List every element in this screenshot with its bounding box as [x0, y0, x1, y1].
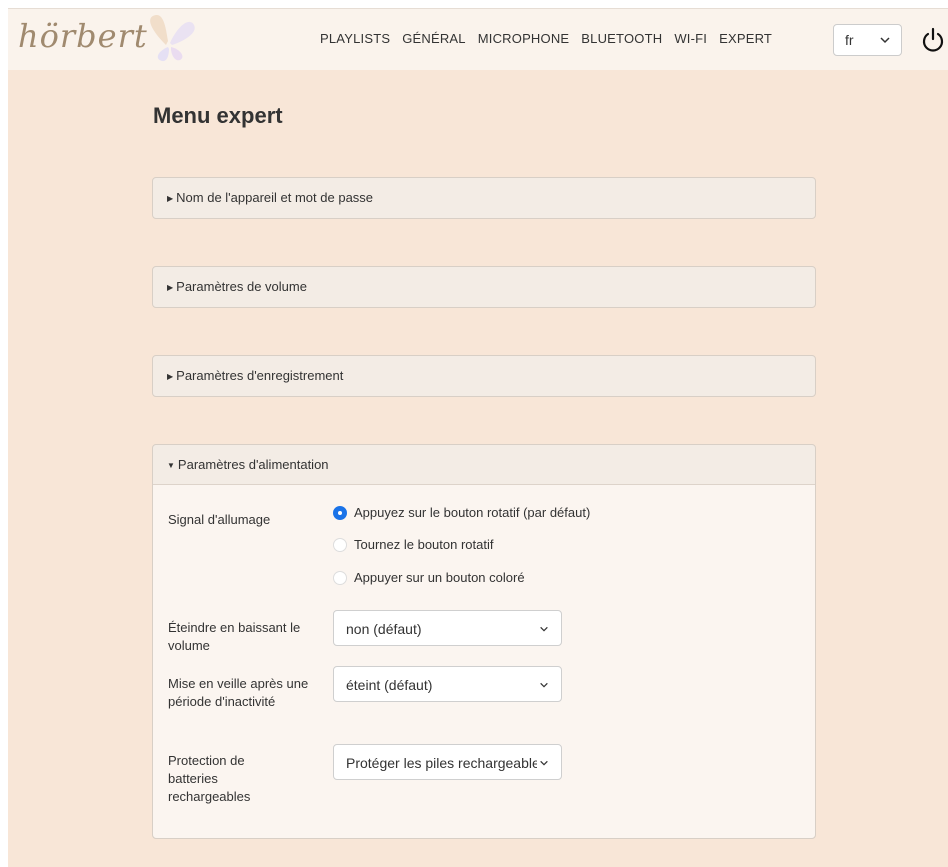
chevron-down-icon: [537, 623, 549, 635]
chevron-down-icon: [537, 679, 549, 691]
main-content: Menu expert ▶ Nom de l'appareil et mot de…: [8, 70, 948, 867]
volume-off-select[interactable]: non (défaut): [333, 610, 562, 646]
chevron-down-icon: [537, 757, 549, 769]
radio-button[interactable]: [333, 505, 347, 520]
select-value: éteint (défaut): [346, 677, 433, 693]
power-signal-label: Signal d'allumage: [168, 512, 271, 527]
nav-microphone[interactable]: MICROPHONE: [478, 31, 570, 46]
panel-label: Paramètres de volume: [176, 279, 307, 294]
chevron-down-icon: [880, 37, 890, 44]
navbar: hörbert PLAYLISTS GÉNÉRAL MICROPHONE BLU…: [8, 8, 948, 70]
nav-playlists[interactable]: PLAYLISTS: [320, 31, 390, 46]
sleep-select[interactable]: éteint (défaut): [333, 666, 562, 702]
nav-wifi[interactable]: WI-FI: [674, 31, 707, 46]
nav-general[interactable]: GÉNÉRAL: [402, 31, 466, 46]
radio-label: Tournez le bouton rotatif: [354, 537, 494, 552]
caret-right-icon: ▶: [167, 283, 174, 292]
caret-right-icon: ▶: [167, 372, 174, 381]
radio-option-turn-knob[interactable]: Tournez le bouton rotatif: [333, 537, 493, 552]
radio-label: Appuyer sur un bouton coloré: [354, 570, 525, 585]
sleep-label: Mise en veille après une période d'inact…: [168, 676, 309, 709]
top-strip: [8, 0, 948, 8]
select-value: non (défaut): [346, 621, 422, 637]
page-title: Menu expert: [153, 103, 283, 128]
nav-bluetooth[interactable]: BLUETOOTH: [581, 31, 662, 46]
radio-label: Appuyez sur le bouton rotatif (par défau…: [354, 505, 591, 520]
language-value: fr: [845, 32, 854, 48]
panel-label: Nom de l'appareil et mot de passe: [176, 190, 374, 205]
battery-label: Protection de batteries rechargeables: [168, 753, 251, 804]
panel-device-name: ▶ Nom de l'appareil et mot de passe: [152, 177, 816, 219]
panel-label: Paramètres d'enregistrement: [176, 368, 344, 383]
panel-power: ▼ Paramètres d'alimentation Signal d'allu…: [152, 444, 816, 839]
panel-header-volume[interactable]: ▶ Paramètres de volume: [153, 267, 815, 307]
nav-expert[interactable]: EXPERT: [719, 31, 772, 46]
volume-off-label: Éteindre en baissant le volume: [168, 620, 301, 653]
caret-right-icon: ▶: [167, 194, 174, 203]
panel-header-device-name[interactable]: ▶ Nom de l'appareil et mot de passe: [153, 178, 815, 218]
battery-select[interactable]: Protéger les piles rechargeables: [333, 744, 562, 780]
panel-header-recording[interactable]: ▶ Paramètres d'enregistrement: [153, 356, 815, 396]
panel-body-power: Signal d'allumage Appuyez sur le bouton …: [153, 485, 815, 838]
brand-logo[interactable]: hörbert: [18, 17, 148, 55]
radio-option-press-knob[interactable]: Appuyez sur le bouton rotatif (par défau…: [333, 505, 590, 520]
radio-option-colored-button[interactable]: Appuyer sur un bouton coloré: [333, 570, 525, 585]
main-nav: PLAYLISTS GÉNÉRAL MICROPHONE BLUETOOTH W…: [320, 31, 784, 46]
panel-volume: ▶ Paramètres de volume: [152, 266, 816, 308]
caret-down-icon: ▼: [167, 461, 175, 470]
panel-header-power[interactable]: ▼ Paramètres d'alimentation: [153, 445, 815, 485]
language-select[interactable]: fr: [833, 24, 902, 56]
panel-recording: ▶ Paramètres d'enregistrement: [152, 355, 816, 397]
radio-button[interactable]: [333, 570, 347, 585]
radio-button[interactable]: [333, 537, 347, 552]
select-value: Protéger les piles rechargeables: [346, 755, 547, 771]
power-icon[interactable]: [921, 27, 945, 53]
panel-label: Paramètres d'alimentation: [177, 457, 329, 472]
butterfly-icon: [150, 14, 195, 62]
